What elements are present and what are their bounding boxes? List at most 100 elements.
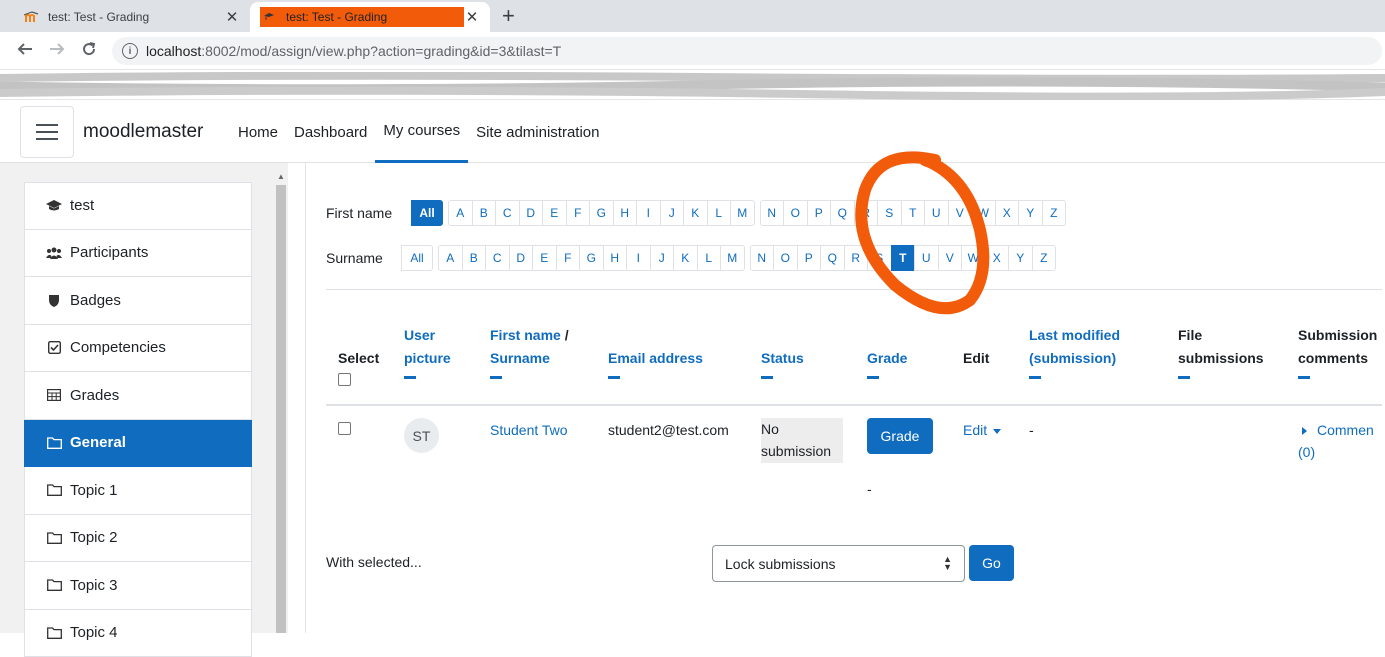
surname-initial-z[interactable]: Z [1032, 245, 1057, 271]
column-header-email[interactable]: Email address [608, 347, 703, 379]
surname-initial-w[interactable]: W [961, 245, 986, 271]
drawer-item-test[interactable]: test [24, 182, 252, 230]
column-header-status[interactable]: Status [761, 347, 804, 379]
column-header-last-modified[interactable]: Last modified (submission) [1029, 324, 1120, 379]
collapse-column-icon[interactable] [867, 376, 879, 379]
info-icon[interactable]: i [122, 43, 138, 59]
surname-initial-x[interactable]: X [985, 245, 1010, 271]
surname-initial-n[interactable]: N [750, 245, 775, 271]
firstname-initial-x[interactable]: X [995, 200, 1020, 226]
firstname-initial-k[interactable]: K [683, 200, 708, 226]
surname-initial-f[interactable]: F [556, 245, 581, 271]
nav-home[interactable]: Home [230, 101, 286, 163]
grade-button[interactable]: Grade [867, 418, 933, 454]
edit-menu-toggle[interactable]: Edit [963, 419, 1001, 441]
surname-initial-l[interactable]: L [697, 245, 722, 271]
scrollbar-thumb[interactable] [276, 185, 286, 633]
collapse-column-icon[interactable] [761, 376, 773, 379]
surname-initial-t[interactable]: T [891, 245, 916, 271]
drawer-item-grades[interactable]: Grades [24, 372, 252, 420]
collapse-column-icon[interactable] [404, 376, 416, 379]
site-brand[interactable]: moodlemaster [83, 121, 203, 143]
surname-initial-h[interactable]: H [603, 245, 628, 271]
browser-tab-inactive[interactable]: test: Test - Grading ✕ [14, 2, 250, 32]
firstname-initial-u[interactable]: U [924, 200, 949, 226]
firstname-initial-t[interactable]: T [901, 200, 926, 226]
firstname-initial-i[interactable]: I [636, 200, 661, 226]
close-icon[interactable]: ✕ [464, 8, 480, 26]
row-select-checkbox[interactable] [338, 422, 351, 435]
drawer-item-topic-3[interactable]: Topic 3 [24, 562, 252, 610]
firstname-initial-z[interactable]: Z [1042, 200, 1067, 226]
drawer-item-competencies[interactable]: Competencies [24, 325, 252, 373]
student-name-link[interactable]: Student Two [490, 419, 568, 441]
collapse-column-icon[interactable] [1298, 376, 1310, 379]
surname-initial-k[interactable]: K [673, 245, 698, 271]
firstname-initial-g[interactable]: G [589, 200, 614, 226]
surname-initial-o[interactable]: O [773, 245, 798, 271]
firstname-initial-q[interactable]: Q [830, 200, 855, 226]
comments-count[interactable]: (0) [1298, 441, 1315, 463]
collapse-column-icon[interactable] [608, 376, 620, 379]
firstname-initial-p[interactable]: P [807, 200, 832, 226]
surname-initial-d[interactable]: D [509, 245, 534, 271]
nav-my-courses[interactable]: My courses [375, 101, 468, 163]
sort-surname-link[interactable]: Surname [490, 350, 550, 366]
avatar[interactable]: ST [404, 418, 439, 453]
surname-initial-i[interactable]: I [626, 245, 651, 271]
drawer-item-topic-1[interactable]: Topic 1 [24, 467, 252, 515]
surname-initial-e[interactable]: E [532, 245, 557, 271]
back-arrow-icon[interactable] [16, 40, 34, 62]
select-all-checkbox[interactable] [338, 373, 351, 386]
firstname-initial-m[interactable]: M [730, 200, 755, 226]
surname-initial-v[interactable]: V [938, 245, 963, 271]
firstname-initial-e[interactable]: E [542, 200, 567, 226]
nav-site-administration[interactable]: Site administration [468, 101, 607, 163]
column-header-user-picture[interactable]: User picture [404, 324, 451, 379]
firstname-initial-w[interactable]: W [971, 200, 996, 226]
firstname-initial-all[interactable]: All [411, 200, 443, 226]
collapse-column-icon[interactable] [1029, 376, 1041, 379]
sort-firstname-link[interactable]: First name [490, 327, 561, 343]
surname-initial-q[interactable]: Q [820, 245, 845, 271]
collapse-column-icon[interactable] [1178, 376, 1190, 379]
surname-initial-y[interactable]: Y [1008, 245, 1033, 271]
forward-arrow-icon[interactable] [48, 40, 66, 62]
firstname-initial-j[interactable]: J [660, 200, 685, 226]
surname-initial-j[interactable]: J [650, 245, 675, 271]
surname-initial-r[interactable]: R [844, 245, 869, 271]
drawer-scrollbar[interactable]: ▲ [274, 170, 288, 633]
drawer-item-topic-4[interactable]: Topic 4 [24, 610, 252, 657]
firstname-initial-f[interactable]: F [566, 200, 591, 226]
url-input[interactable]: i localhost:8002/mod/assign/view.php?act… [112, 37, 1382, 65]
drawer-toggle-button[interactable] [20, 106, 74, 158]
drawer-item-badges[interactable]: Badges [24, 277, 252, 325]
go-button[interactable]: Go [969, 545, 1014, 581]
surname-initial-a[interactable]: A [438, 245, 463, 271]
reload-icon[interactable] [80, 40, 98, 62]
nav-dashboard[interactable]: Dashboard [286, 101, 375, 163]
surname-initial-all[interactable]: All [401, 245, 433, 271]
surname-initial-c[interactable]: C [485, 245, 510, 271]
surname-initial-b[interactable]: B [462, 245, 487, 271]
close-icon[interactable]: ✕ [224, 8, 240, 26]
firstname-initial-r[interactable]: R [854, 200, 879, 226]
firstname-initial-n[interactable]: N [760, 200, 785, 226]
firstname-initial-y[interactable]: Y [1018, 200, 1043, 226]
browser-tab-active[interactable]: test: Test - Grading ✕ [250, 2, 490, 32]
firstname-initial-c[interactable]: C [495, 200, 520, 226]
surname-initial-m[interactable]: M [720, 245, 745, 271]
surname-initial-u[interactable]: U [914, 245, 939, 271]
firstname-initial-d[interactable]: D [519, 200, 544, 226]
surname-initial-s[interactable]: S [867, 245, 892, 271]
comments-toggle-link[interactable]: Commen [1302, 419, 1385, 441]
firstname-initial-h[interactable]: H [613, 200, 638, 226]
firstname-initial-o[interactable]: O [783, 200, 808, 226]
drawer-item-general[interactable]: General [24, 420, 252, 468]
firstname-initial-s[interactable]: S [877, 200, 902, 226]
firstname-initial-l[interactable]: L [707, 200, 732, 226]
drawer-item-topic-2[interactable]: Topic 2 [24, 515, 252, 563]
firstname-initial-v[interactable]: V [948, 200, 973, 226]
column-header-grade[interactable]: Grade [867, 347, 907, 379]
firstname-initial-b[interactable]: B [472, 200, 497, 226]
